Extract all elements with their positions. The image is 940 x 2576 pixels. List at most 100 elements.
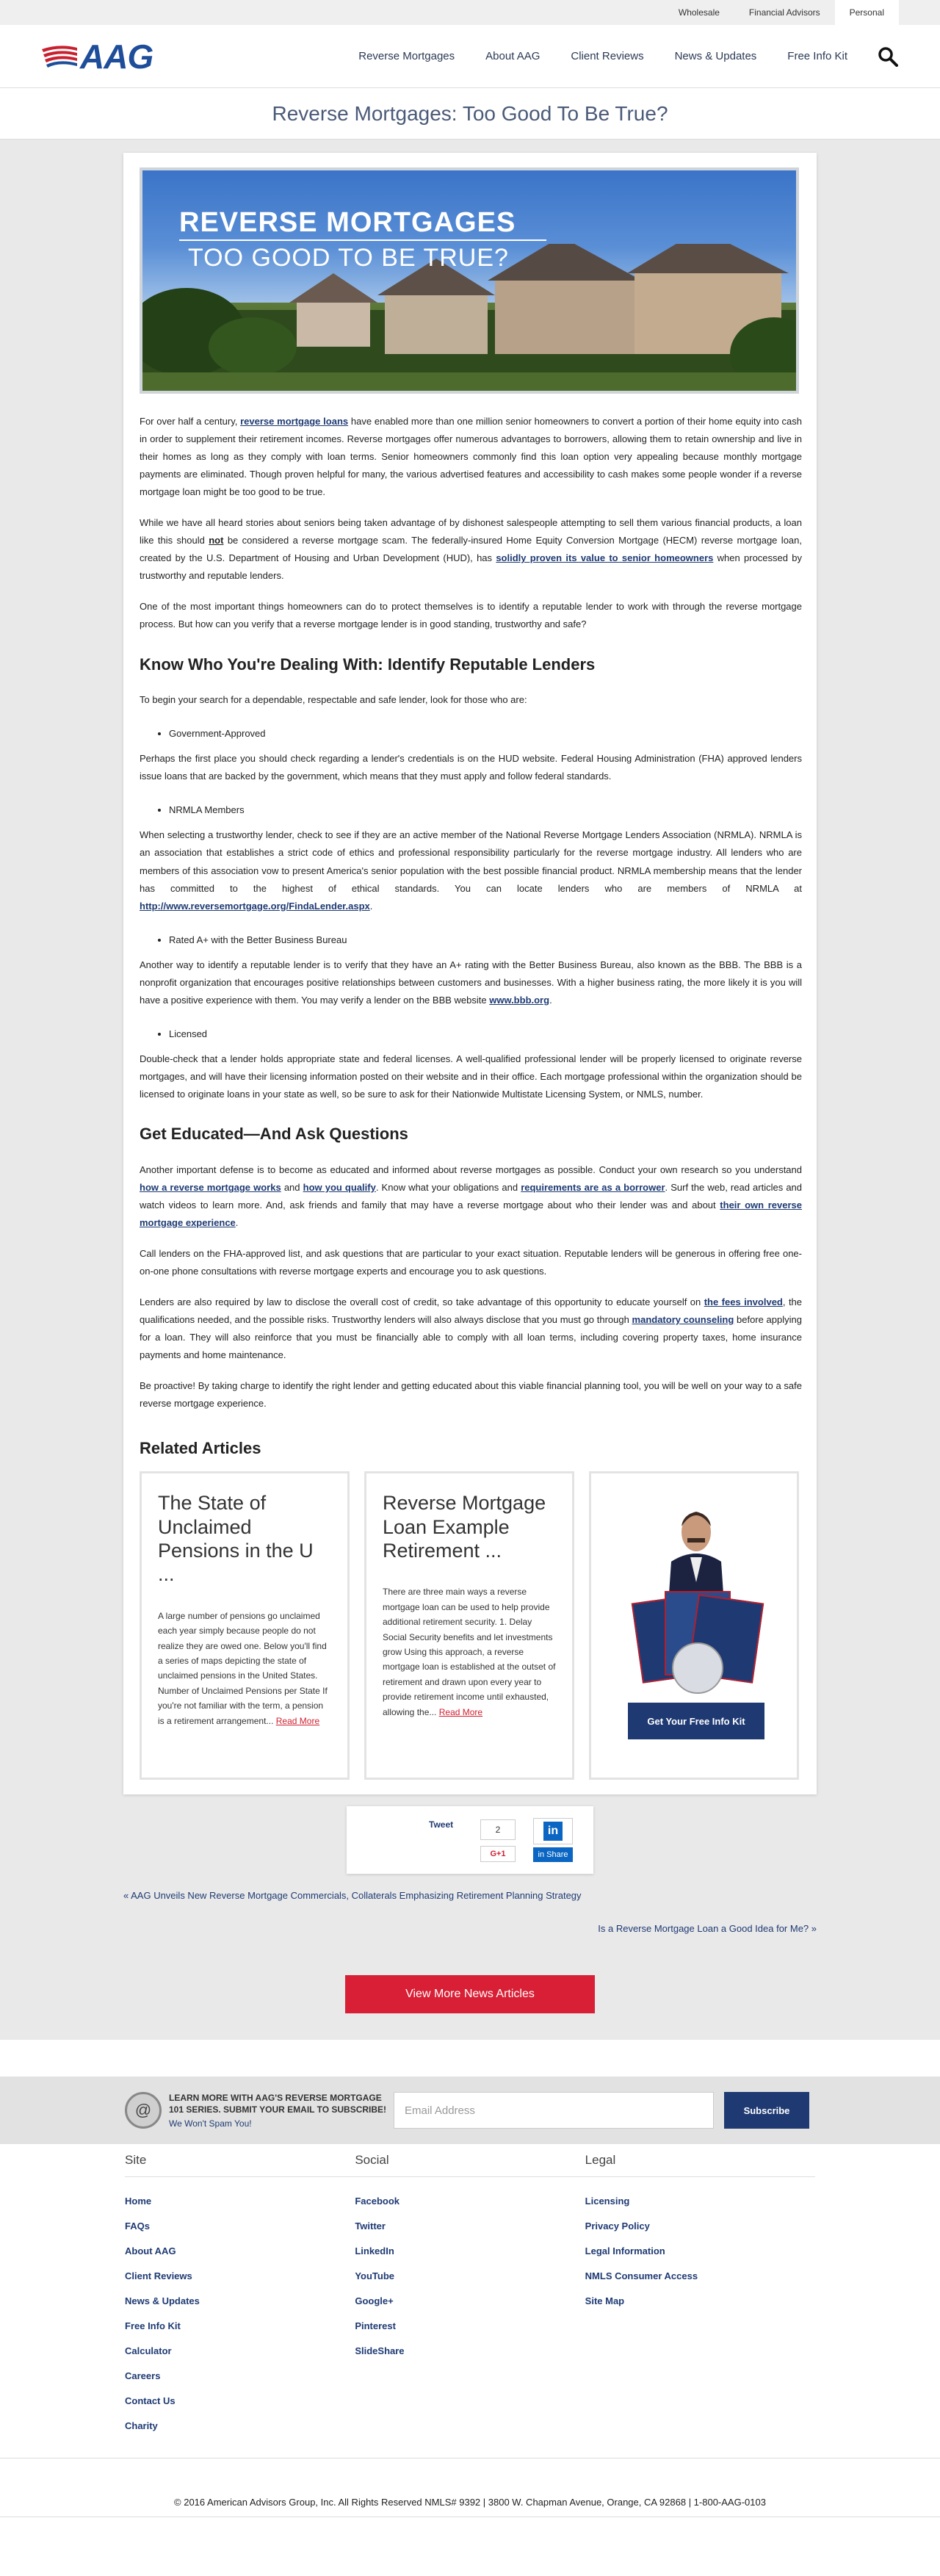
- footer-link[interactable]: Pinterest: [355, 2314, 585, 2339]
- topbar-personal-link[interactable]: Personal: [834, 0, 899, 25]
- bullet-list: Licensed: [169, 1025, 802, 1043]
- footer-link[interactable]: Free Info Kit: [125, 2314, 355, 2339]
- topbar-wholesale-link[interactable]: Wholesale: [664, 0, 734, 25]
- emphasis-not: not: [209, 535, 224, 546]
- footer-link[interactable]: Privacy Policy: [585, 2214, 815, 2239]
- footer-link[interactable]: Site Map: [585, 2289, 815, 2314]
- bullet-list: Government-Approved: [169, 725, 802, 743]
- nav-free-info-kit[interactable]: Free Info Kit: [787, 50, 847, 62]
- footer-heading: Legal: [585, 2153, 616, 2168]
- signup-text: LEARN MORE WITH AAG'S REVERSE MORTGAGE 1…: [169, 2092, 389, 2130]
- nav-about-aag[interactable]: About AAG: [485, 50, 540, 62]
- footer-link[interactable]: Home: [125, 2189, 355, 2214]
- aag-logo[interactable]: AAG: [40, 36, 173, 77]
- footer-link[interactable]: Calculator: [125, 2339, 355, 2364]
- hero-divider: [179, 239, 546, 241]
- nav-reverse-mortgages[interactable]: Reverse Mortgages: [358, 50, 455, 62]
- footer-link[interactable]: LinkedIn: [355, 2239, 585, 2264]
- email-input[interactable]: Email Address: [394, 2092, 714, 2129]
- newsletter-signup: @ LEARN MORE WITH AAG'S REVERSE MORTGAGE…: [0, 2077, 940, 2145]
- share-bar: Tweet 2 G+1 in in Share: [347, 1806, 593, 1875]
- main-nav: Reverse Mortgages About AAG Client Revie…: [328, 46, 899, 68]
- how-you-qualify-link[interactable]: how you qualify: [303, 1182, 376, 1193]
- nav-news-updates[interactable]: News & Updates: [675, 50, 757, 62]
- footer-link[interactable]: Google+: [355, 2289, 585, 2314]
- footer-link[interactable]: NMLS Consumer Access: [585, 2264, 815, 2289]
- hero-image: REVERSE MORTGAGES TOO GOOD TO BE TRUE?: [140, 167, 799, 394]
- article-card: REVERSE MORTGAGES TOO GOOD TO BE TRUE? F…: [123, 153, 817, 1795]
- footer-link[interactable]: Legal Information: [585, 2239, 815, 2264]
- search-icon[interactable]: [877, 46, 899, 68]
- footer-link[interactable]: News & Updates: [125, 2289, 355, 2314]
- how-it-works-link[interactable]: how a reverse mortgage works: [140, 1182, 281, 1193]
- nav-client-reviews[interactable]: Client Reviews: [571, 50, 643, 62]
- topbar-financial-advisors-link[interactable]: Financial Advisors: [734, 0, 835, 25]
- footer-link[interactable]: Careers: [125, 2364, 355, 2389]
- no-spam-note: We Won't Spam You!: [169, 2118, 252, 2129]
- page-title: Reverse Mortgages: Too Good To Be True?: [0, 88, 940, 140]
- related-card[interactable]: Reverse Mortgage Loan Example Retirement…: [364, 1471, 574, 1781]
- bullet-list: Rated A+ with the Better Business Bureau: [169, 931, 802, 949]
- read-more-link[interactable]: Read More: [276, 1716, 319, 1726]
- paragraph: Another important defense is to become a…: [140, 1163, 803, 1228]
- reverse-mortgage-loans-link[interactable]: reverse mortgage loans: [240, 416, 348, 427]
- footer-social-column: Social Facebook Twitter LinkedIn YouTube…: [355, 2144, 585, 2458]
- article-body: For over half a century, reverse mortgag…: [140, 413, 802, 1413]
- footer-link[interactable]: Client Reviews: [125, 2264, 355, 2289]
- footer-site-column: Site Home FAQs About AAG Client Reviews …: [125, 2144, 355, 2458]
- flag-swoosh-icon: [42, 45, 77, 68]
- footer-link[interactable]: Licensing: [585, 2189, 815, 2214]
- footer-link[interactable]: Twitter: [355, 2214, 585, 2239]
- paragraph: Another way to identify a reputable lend…: [140, 959, 802, 1006]
- paragraph: Lenders are also required by law to disc…: [140, 1296, 803, 1361]
- previous-post-link[interactable]: « AAG Unveils New Reverse Mortgage Comme…: [123, 1890, 817, 1901]
- hero-title: REVERSE MORTGAGES: [179, 207, 516, 238]
- site-footer: Site Home FAQs About AAG Client Reviews …: [0, 2144, 940, 2459]
- footer-link[interactable]: About AAG: [125, 2239, 355, 2264]
- next-post-link[interactable]: Is a Reverse Mortgage Loan a Good Idea f…: [123, 1923, 817, 1934]
- bullet-list: NRMLA Members: [169, 801, 802, 819]
- post-navigation: « AAG Unveils New Reverse Mortgage Comme…: [123, 1890, 817, 1934]
- fees-involved-link[interactable]: the fees involved: [704, 1296, 783, 1307]
- mandatory-counseling-link[interactable]: mandatory counseling: [632, 1314, 734, 1325]
- subscribe-button[interactable]: Subscribe: [724, 2092, 809, 2129]
- section-heading: Know Who You're Dealing With: Identify R…: [140, 654, 596, 674]
- related-card-title[interactable]: Reverse Mortgage Loan Example Retirement…: [383, 1491, 556, 1562]
- view-more-news-button[interactable]: View More News Articles: [345, 1975, 595, 2014]
- footer-link[interactable]: Charity: [125, 2414, 355, 2439]
- paragraph: Be proactive! By taking charge to identi…: [140, 1380, 802, 1410]
- related-articles: The State of Unclaimed Pensions in the U…: [140, 1471, 802, 1781]
- read-more-link[interactable]: Read More: [439, 1707, 482, 1717]
- content-area: REVERSE MORTGAGES TOO GOOD TO BE TRUE? F…: [0, 140, 940, 2041]
- paragraph: Call lenders on the FHA-approved list, a…: [140, 1247, 802, 1277]
- borrower-requirements-link[interactable]: requirements are as a borrower: [521, 1182, 665, 1193]
- footer-link[interactable]: Contact Us: [125, 2389, 355, 2414]
- info-kit-dvd: [672, 1642, 723, 1695]
- linkedin-icon[interactable]: in: [533, 1818, 573, 1845]
- email-at-icon: @: [125, 2092, 162, 2129]
- nrmla-link[interactable]: http://www.reversemortgage.org/FindaLend…: [140, 901, 370, 912]
- site-header: AAG Reverse Mortgages About AAG Client R…: [0, 25, 940, 88]
- list-item: Licensed: [169, 1025, 802, 1043]
- info-kit-promo: Get Your Free Info Kit: [589, 1471, 799, 1781]
- related-card[interactable]: The State of Unclaimed Pensions in the U…: [140, 1471, 350, 1781]
- proven-value-link[interactable]: solidly proven its value to senior homeo…: [496, 552, 713, 563]
- hero-subtitle: TOO GOOD TO BE TRUE?: [188, 244, 509, 272]
- footer-link[interactable]: SlideShare: [355, 2339, 585, 2364]
- related-articles-heading: Related Articles: [140, 1439, 261, 1458]
- footer-link[interactable]: Facebook: [355, 2189, 585, 2214]
- related-card-excerpt: There are three main ways a reverse mort…: [383, 1587, 556, 1717]
- paragraph: One of the most important things homeown…: [140, 601, 802, 630]
- tweet-button[interactable]: Tweet: [429, 1819, 453, 1830]
- paragraph: Double-check that a lender holds appropr…: [140, 1053, 802, 1100]
- paragraph: For over half a century, reverse mortgag…: [140, 416, 802, 498]
- list-item: NRMLA Members: [169, 801, 802, 819]
- footer-link[interactable]: YouTube: [355, 2264, 585, 2289]
- page-bottom-space: [0, 2517, 940, 2576]
- get-free-info-kit-button[interactable]: Get Your Free Info Kit: [628, 1703, 764, 1740]
- linkedin-share-button[interactable]: in Share: [533, 1847, 573, 1863]
- footer-link[interactable]: FAQs: [125, 2214, 355, 2239]
- bbb-link[interactable]: www.bbb.org: [489, 995, 549, 1006]
- google-plus-button[interactable]: G+1: [480, 1846, 516, 1863]
- related-card-title[interactable]: The State of Unclaimed Pensions in the U…: [158, 1491, 331, 1587]
